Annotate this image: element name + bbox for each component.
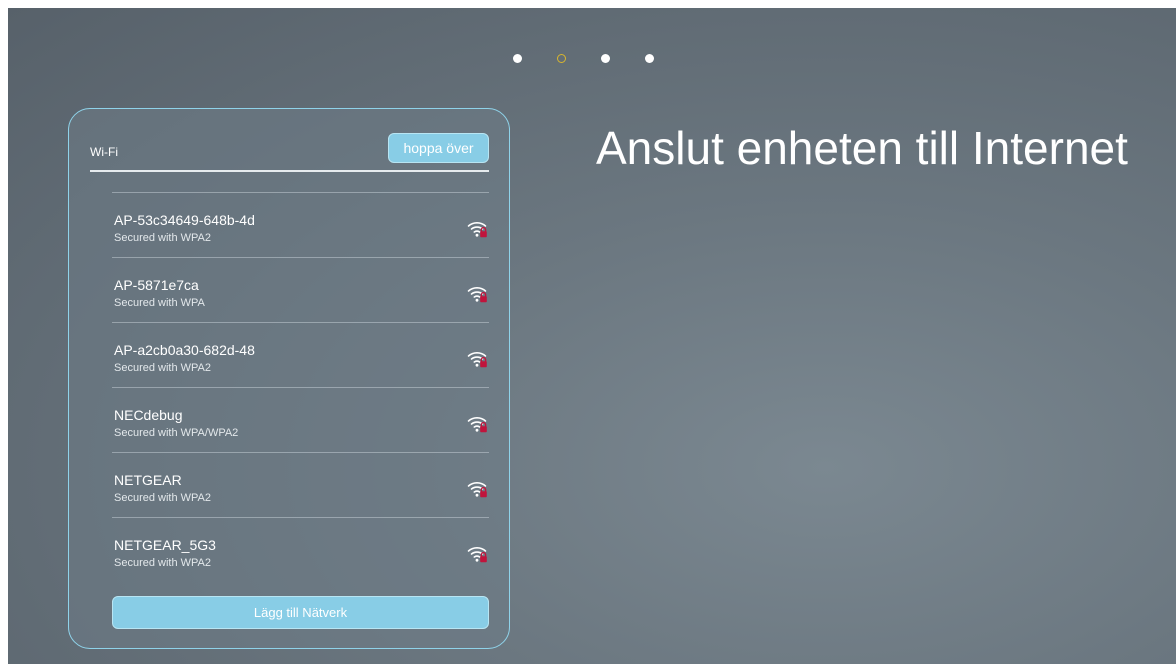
network-security: Secured with WPA2 [114, 232, 212, 244]
network-name: AP-5871e7ca [114, 277, 199, 293]
wifi-panel: Wi-Fi hoppa över AP-53c34649-648b-4d Sec… [68, 108, 510, 649]
panel-title: Wi-Fi [90, 145, 118, 159]
network-security: Secured with WPA2 [114, 557, 212, 569]
network-name: NECdebug [114, 407, 183, 423]
page-dot [600, 54, 610, 63]
wifi-locked-icon [467, 352, 487, 368]
page-title: Anslut enheten till Internet [596, 122, 1128, 174]
wifi-locked-icon [467, 482, 487, 498]
network-row[interactable]: AP-53c34649-648b-4d Secured with WPA2 [112, 193, 489, 258]
page-dot [512, 54, 522, 63]
wifi-locked-icon [467, 287, 487, 303]
network-row[interactable]: NETGEAR_5G3 Secured with WPA2 [112, 518, 489, 583]
page-dot [644, 54, 654, 63]
network-name: NETGEAR_5G3 [114, 537, 216, 553]
setup-screen: Wi-Fi hoppa över AP-53c34649-648b-4d Sec… [8, 8, 1176, 664]
network-row[interactable]: NETGEAR Secured with WPA2 [112, 453, 489, 518]
wifi-locked-icon [467, 222, 487, 238]
network-row[interactable]: AP-a2cb0a30-682d-48 Secured with WPA2 [112, 323, 489, 388]
network-name: AP-a2cb0a30-682d-48 [114, 342, 255, 358]
network-security: Secured with WPA [114, 297, 205, 309]
network-name: AP-53c34649-648b-4d [114, 212, 255, 228]
network-name: NETGEAR [114, 472, 182, 488]
wifi-locked-icon [467, 547, 487, 563]
network-list: AP-53c34649-648b-4d Secured with WPA2 AP… [112, 192, 489, 583]
wifi-locked-icon [467, 417, 487, 433]
page-indicator [8, 54, 1176, 63]
network-security: Secured with WPA2 [114, 492, 212, 504]
skip-button[interactable]: hoppa över [388, 133, 489, 163]
network-security: Secured with WPA/WPA2 [114, 427, 239, 439]
add-network-button[interactable]: Lägg till Nätverk [112, 596, 489, 629]
page-dot-active [556, 54, 566, 63]
network-security: Secured with WPA2 [114, 362, 212, 374]
title-divider [90, 170, 489, 172]
network-row[interactable]: AP-5871e7ca Secured with WPA [112, 258, 489, 323]
network-row[interactable]: NECdebug Secured with WPA/WPA2 [112, 388, 489, 453]
